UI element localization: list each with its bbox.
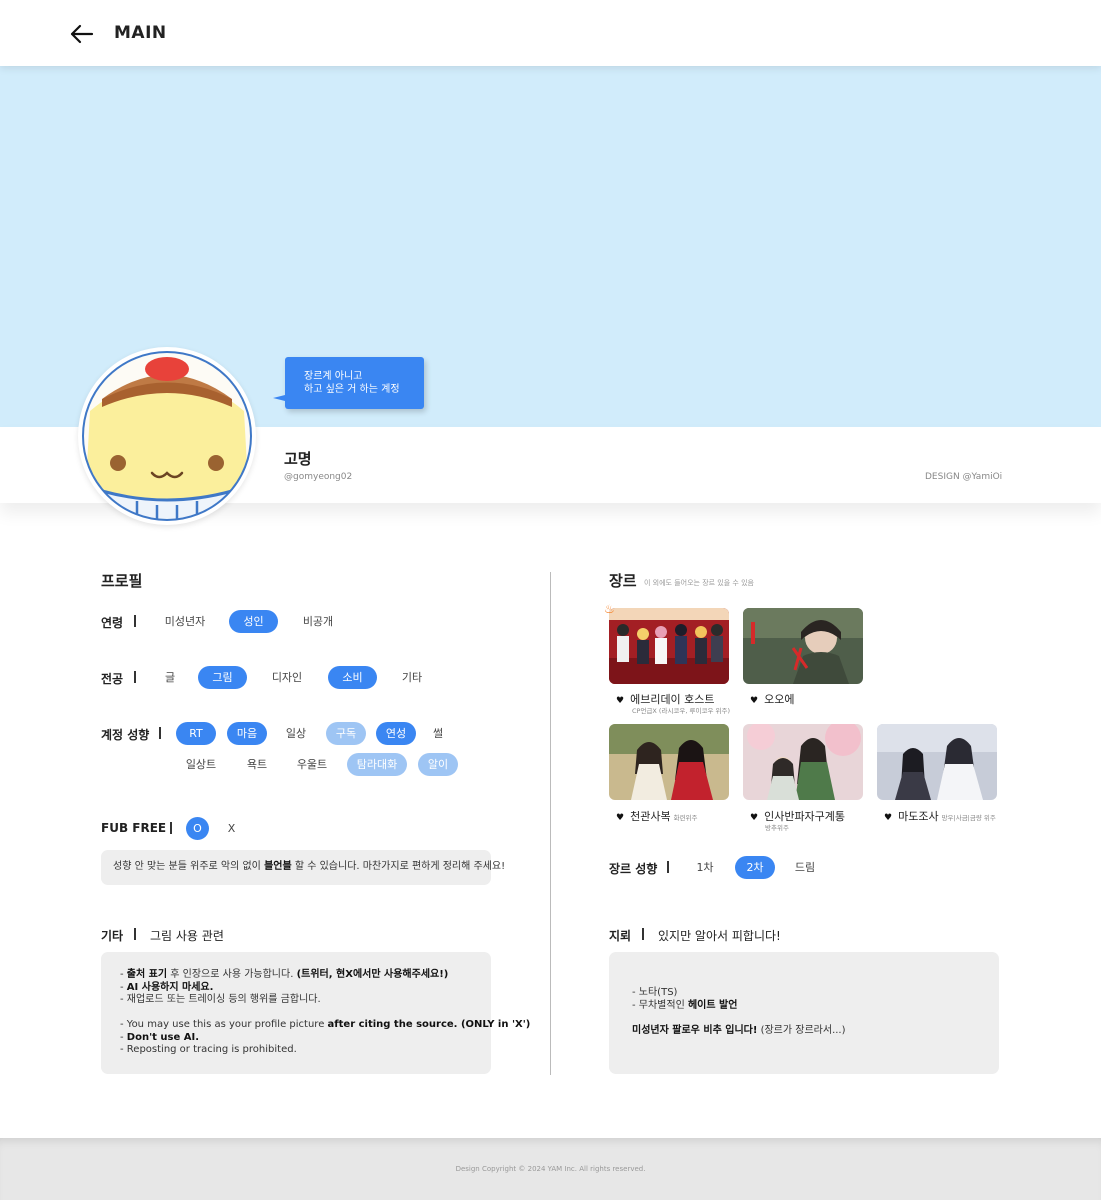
usage-line-5: - Don't use AI. bbox=[120, 1031, 200, 1043]
trigger-line-2: - 무차별적인 헤이트 발언 bbox=[632, 999, 738, 1011]
genre-thumb-tgcf[interactable] bbox=[609, 724, 729, 800]
usage-line-6: - Reposting or tracing is prohibited. bbox=[120, 1044, 297, 1055]
usage-line-1: - 출처 표기 후 인장으로 사용 가능합니다. (트위터, 현X에서만 사용해… bbox=[120, 969, 449, 980]
genre-thumb-mdzs[interactable] bbox=[877, 724, 997, 800]
genre-item-ooe: ♥ 오오에 bbox=[750, 693, 795, 706]
age-option-private[interactable]: 비공개 bbox=[295, 610, 341, 633]
genre-thumb-ooe[interactable] bbox=[743, 608, 863, 684]
separator bbox=[134, 615, 136, 627]
avatar bbox=[78, 347, 256, 525]
separator bbox=[134, 928, 136, 940]
trigger-note: - 노타(TS) - 무차별적인 헤이트 발언 미성년자 팔로우 비추 입니다!… bbox=[609, 952, 999, 1074]
age-label: 연령 bbox=[101, 616, 124, 630]
back-arrow-icon[interactable] bbox=[68, 22, 94, 46]
separator bbox=[159, 727, 161, 739]
usage-line-2: - AI 사용하지 마세요. bbox=[120, 981, 214, 993]
genre-tendency-label: 장르 성향 bbox=[609, 862, 658, 876]
heart-icon: ♥ bbox=[884, 813, 893, 823]
tendency-option-subscribe[interactable]: 구독 bbox=[326, 722, 366, 745]
tendency-option-timeline-chat[interactable]: 탐라대화 bbox=[347, 753, 407, 776]
major-option-drawing[interactable]: 그림 bbox=[198, 666, 247, 689]
usage-line-3: - 재업로드 또는 트레이싱 등의 행위를 금합니다. bbox=[120, 994, 321, 1005]
tendency-label: 계정 성향 bbox=[101, 728, 150, 742]
genre-item-mdzs: ♥ 마도조사 망우|사금|금량 위주 bbox=[884, 810, 996, 823]
fub-note-text-end: 할 수 있습니다. 마찬가지로 편하게 정리해 주세요! bbox=[291, 861, 506, 872]
tendency-option-heart[interactable]: 마음 bbox=[227, 722, 267, 745]
tendency-option-swear-tweet[interactable]: 욕트 bbox=[240, 753, 274, 776]
image-usage-note: - 출처 표기 후 인장으로 사용 가능합니다. (트위터, 현X에서만 사용해… bbox=[101, 952, 531, 1074]
column-divider bbox=[550, 572, 551, 1075]
tendency-option-daily[interactable]: 일상 bbox=[278, 722, 314, 745]
separator bbox=[134, 671, 136, 683]
tendency-option-rt[interactable]: RT bbox=[176, 722, 216, 745]
speech-bubble: 장르계 아니고 하고 싶은 거 하는 계정 bbox=[273, 357, 424, 409]
major-option-design[interactable]: 디자인 bbox=[265, 666, 309, 689]
genre-sub-everyday-host: CP언급X (라시코우, 루이코우 위주) bbox=[632, 707, 731, 715]
tendency-option-depressed-tweet[interactable]: 우울트 bbox=[290, 753, 334, 776]
fub-free-option-o[interactable]: O bbox=[186, 817, 209, 840]
genre-thumb-scum-villain[interactable] bbox=[743, 724, 863, 800]
footer: Design Copyright © 2024 YAM Inc. All rig… bbox=[0, 1138, 1101, 1200]
separator bbox=[642, 928, 644, 940]
major-label: 전공 bbox=[101, 672, 124, 686]
tendency-option-notify[interactable]: 알이 bbox=[418, 753, 458, 776]
fub-free-note: 성향 안 맞는 분들 위주로 악의 없이 블언블 할 수 있습니다. 마찬가지로… bbox=[101, 850, 505, 885]
tendency-option-fanwork[interactable]: 연성 bbox=[376, 722, 416, 745]
heart-icon: ♥ bbox=[616, 696, 625, 706]
fub-note-text: 성향 안 맞는 분들 위주로 악의 없이 bbox=[113, 861, 265, 872]
separator bbox=[170, 822, 172, 834]
pudding-character-image bbox=[82, 351, 252, 521]
profile-section-title: 프로필 bbox=[101, 572, 143, 590]
trigger-line-1: - 노타(TS) bbox=[632, 987, 678, 998]
trigger-line-3: 미성년자 팔로우 비추 입니다! (장르가 장르라서...) bbox=[632, 1024, 846, 1036]
page-title: MAIN bbox=[114, 23, 167, 43]
genre-note: 이 외에도 들어오는 장르 있을 수 있음 bbox=[644, 579, 754, 587]
user-handle: @gomyeong02 bbox=[284, 472, 353, 482]
fub-note-bold: 블언블 bbox=[264, 861, 292, 872]
age-option-adult[interactable]: 성인 bbox=[229, 610, 278, 633]
top-bar: MAIN bbox=[0, 0, 1101, 66]
heart-icon: ♥ bbox=[616, 813, 625, 823]
genre-section-title: 장르 bbox=[609, 572, 637, 590]
copyright-text: Design Copyright © 2024 YAM Inc. All rig… bbox=[455, 1165, 646, 1173]
design-credit: DESIGN @YamiOi bbox=[925, 472, 1003, 482]
genre-tendency-option-original[interactable]: 1차 bbox=[689, 856, 721, 879]
tendency-option-story[interactable]: 썰 bbox=[426, 722, 450, 745]
genre-tendency-option-dream[interactable]: 드림 bbox=[788, 856, 822, 879]
major-option-consume[interactable]: 소비 bbox=[328, 666, 377, 689]
usage-line-4: - You may use this as your profile pictu… bbox=[120, 1019, 531, 1030]
genre-item-tgcf: ♥ 천관사복 화련위주 bbox=[616, 810, 698, 823]
major-option-writing[interactable]: 글 bbox=[158, 666, 182, 689]
etc-label: 기타 bbox=[101, 929, 124, 943]
genre-tendency-option-fanwork[interactable]: 2차 bbox=[735, 856, 775, 879]
genre-thumb-everyday-host[interactable] bbox=[609, 608, 729, 684]
heart-icon: ♥ bbox=[750, 696, 759, 706]
trigger-label: 지뢰 bbox=[609, 929, 632, 943]
user-name: 고명 bbox=[284, 450, 312, 468]
fub-free-option-x[interactable]: X bbox=[220, 817, 243, 840]
fub-free-label: FUB FREE bbox=[101, 821, 167, 835]
separator bbox=[667, 861, 669, 873]
fire-icon: ♨ bbox=[604, 602, 615, 616]
tendency-option-daily-tweet[interactable]: 일상트 bbox=[178, 753, 224, 776]
bubble-line-2: 하고 싶은 거 하는 계정 bbox=[304, 384, 400, 395]
trigger-value: 있지만 알아서 피합니다! bbox=[658, 929, 781, 943]
age-option-minor[interactable]: 미성년자 bbox=[158, 610, 212, 633]
etc-value: 그림 사용 관련 bbox=[150, 929, 224, 943]
major-option-etc[interactable]: 기타 bbox=[395, 666, 429, 689]
heart-icon: ♥ bbox=[750, 813, 759, 823]
genre-sub-scum-villain: 방추위주 bbox=[765, 824, 789, 832]
bubble-line-1: 장르계 아니고 bbox=[304, 371, 363, 382]
